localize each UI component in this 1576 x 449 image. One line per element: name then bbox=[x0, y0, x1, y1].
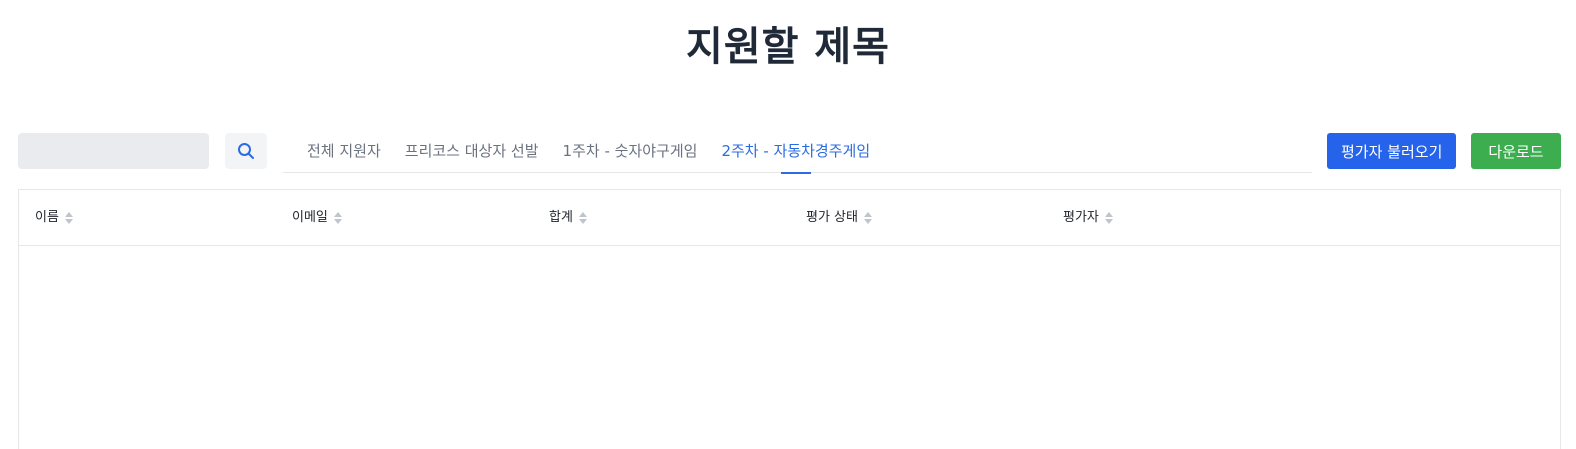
search-icon bbox=[238, 143, 254, 159]
tab-bar: 전체 지원자 프리코스 대상자 선발 1주차 - 숫자야구게임 2주차 - 자동… bbox=[283, 133, 1312, 174]
active-tab-indicator bbox=[780, 172, 811, 174]
tab-label: 2주차 - 자동차경주게임 bbox=[721, 142, 871, 160]
tab-all-applicants[interactable]: 전체 지원자 bbox=[307, 133, 381, 173]
column-label: 이메일 bbox=[292, 210, 328, 225]
tab-label: 1주차 - 숫자야구게임 bbox=[562, 142, 698, 160]
toolbar: 전체 지원자 프리코스 대상자 선발 1주차 - 숫자야구게임 2주차 - 자동… bbox=[18, 133, 1562, 174]
column-label: 평가 상태 bbox=[806, 210, 858, 225]
sort-icon[interactable] bbox=[578, 212, 587, 224]
tab-week1[interactable]: 1주차 - 숫자야구게임 bbox=[563, 133, 698, 173]
search-button[interactable] bbox=[225, 133, 267, 169]
column-header-status[interactable]: 평가 상태 bbox=[806, 190, 872, 246]
tab-label: 프리코스 대상자 선발 bbox=[404, 142, 539, 160]
tab-label: 전체 지원자 bbox=[307, 142, 381, 160]
column-label: 이름 bbox=[35, 210, 59, 225]
applicant-table: 이름 이메일 합계 평가 상태 평가자 bbox=[18, 189, 1561, 449]
load-evaluator-button[interactable]: 평가자 불러오기 bbox=[1327, 133, 1456, 169]
sort-icon[interactable] bbox=[64, 212, 73, 224]
tab-week2[interactable]: 2주차 - 자동차경주게임 bbox=[721, 133, 871, 174]
column-header-total[interactable]: 합계 bbox=[549, 190, 587, 246]
column-label: 합계 bbox=[549, 210, 573, 225]
column-header-evaluator[interactable]: 평가자 bbox=[1063, 190, 1113, 246]
column-label: 평가자 bbox=[1063, 210, 1099, 225]
sort-icon[interactable] bbox=[863, 212, 872, 224]
column-header-name[interactable]: 이름 bbox=[35, 190, 73, 246]
tab-precourse-selection[interactable]: 프리코스 대상자 선발 bbox=[405, 133, 539, 173]
sort-icon[interactable] bbox=[1104, 212, 1113, 224]
sort-icon[interactable] bbox=[333, 212, 342, 224]
search-input[interactable] bbox=[18, 133, 209, 169]
column-header-email[interactable]: 이메일 bbox=[292, 190, 342, 246]
download-button[interactable]: 다운로드 bbox=[1471, 133, 1561, 169]
page-title: 지원할 제목 bbox=[686, 24, 890, 70]
table-header: 이름 이메일 합계 평가 상태 평가자 bbox=[19, 190, 1560, 246]
